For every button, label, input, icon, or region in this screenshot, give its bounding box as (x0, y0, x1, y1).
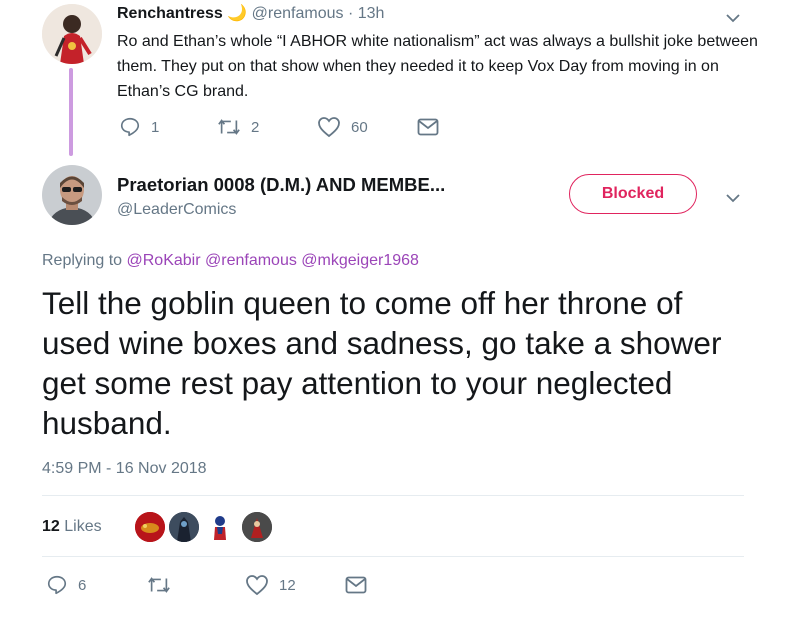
mention-link[interactable]: @renfamous (205, 252, 297, 269)
parent-retweet-button[interactable]: 2 (217, 116, 259, 138)
heart-icon (318, 117, 340, 138)
replying-to: Replying to @RoKabir @renfamous @mkgeige… (42, 251, 419, 271)
tweet-more-button[interactable] (726, 190, 740, 208)
reply-count: 6 (78, 576, 87, 594)
divider (42, 556, 744, 557)
parent-author-name[interactable]: Renchantress (117, 5, 223, 22)
likes-stat-count: 12 (42, 518, 60, 535)
parent-retweet-count: 2 (251, 118, 260, 136)
like-count: 12 (279, 576, 296, 594)
chevron-down-icon (726, 194, 740, 203)
parent-text: Ro and Ethan’s whole “I ABHOR white nati… (117, 33, 758, 100)
liker-avatar[interactable] (169, 512, 199, 542)
mention-link[interactable]: @RoKabir (127, 252, 201, 269)
tweet-timestamp[interactable]: 4:59 PM - 16 Nov 2018 (42, 459, 207, 479)
moon-emoji: 🌙 (227, 5, 248, 22)
liker-avatar[interactable] (205, 512, 235, 542)
reply-button[interactable]: 6 (46, 574, 86, 596)
divider (42, 495, 744, 496)
parent-author-handle[interactable]: @renfamous (252, 5, 344, 22)
parent-reply-count: 1 (151, 118, 160, 136)
blocked-button[interactable]: Blocked (569, 174, 697, 214)
likes-stat-label: Likes (64, 518, 102, 535)
retweet-button[interactable] (147, 574, 181, 596)
blocked-label: Blocked (601, 185, 665, 202)
author-name[interactable]: Praetorian 0008 (D.M.) AND MEMBE... (117, 174, 445, 196)
parent-dm-button[interactable] (417, 118, 439, 136)
author-handle[interactable]: @LeaderComics (117, 200, 236, 220)
tweet-actions: 6 12 (46, 574, 376, 598)
parent-time[interactable]: 13h (358, 5, 385, 22)
parent-actions: 1 2 60 (119, 116, 449, 140)
like-button[interactable]: 12 (245, 574, 296, 596)
heart-icon (246, 575, 268, 596)
thread-line (69, 68, 73, 156)
retweet-icon (148, 577, 170, 593)
parent-dot: · (347, 5, 354, 22)
parent-header: Renchantress 🌙 @renfamous · 13h (117, 4, 384, 24)
reply-icon (120, 117, 140, 137)
envelope-icon (345, 576, 367, 594)
tweet-text: Tell the goblin queen to come off her th… (42, 285, 722, 441)
parent-reply-button[interactable]: 1 (119, 116, 159, 138)
parent-like-count: 60 (351, 118, 368, 136)
parent-avatar[interactable] (42, 4, 102, 64)
parent-more-button[interactable] (726, 10, 740, 28)
liker-avatar[interactable] (242, 512, 272, 542)
mention-link[interactable]: @mkgeiger1968 (301, 252, 419, 269)
dm-button[interactable] (345, 576, 367, 594)
likes-stat[interactable]: 12 Likes (42, 517, 102, 537)
reply-icon (47, 575, 67, 595)
liker-avatar[interactable] (135, 512, 165, 542)
retweet-icon (218, 119, 240, 135)
chevron-down-icon (726, 14, 740, 23)
author-avatar[interactable] (42, 165, 102, 225)
envelope-icon (417, 118, 439, 136)
parent-like-button[interactable]: 60 (317, 116, 368, 138)
replying-to-label: Replying to (42, 252, 123, 269)
